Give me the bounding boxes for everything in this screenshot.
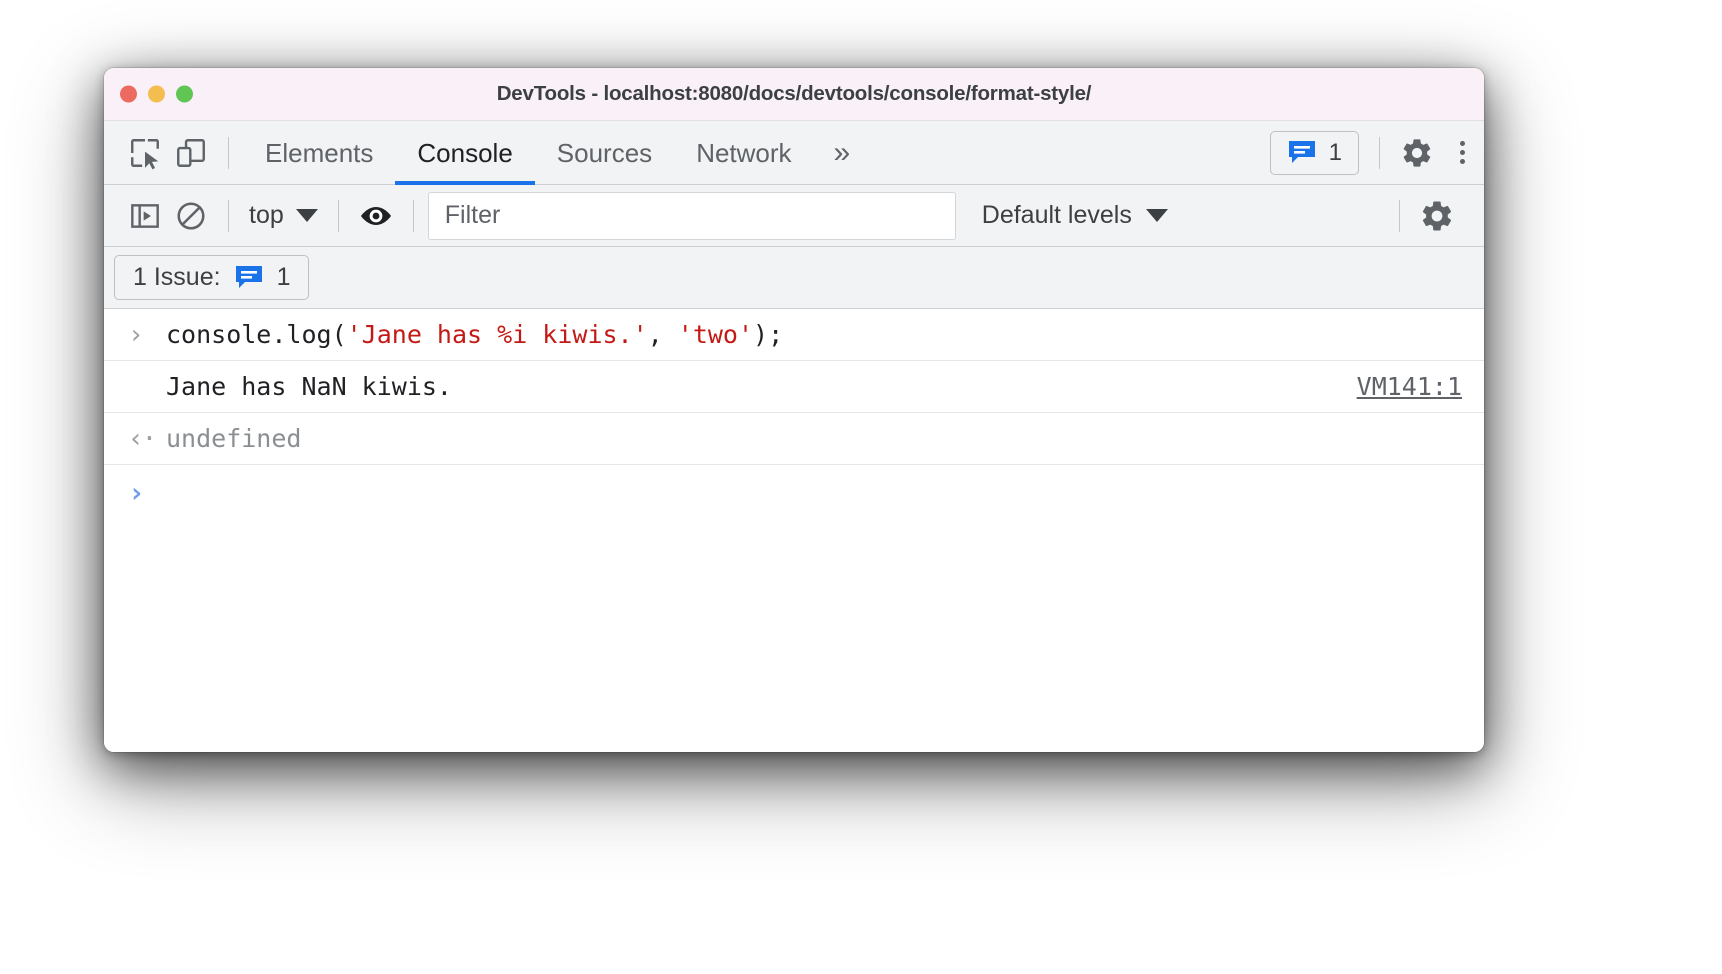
console-output-text: Jane has NaN kiwis.: [166, 372, 452, 401]
tabstrip-divider-1: [228, 136, 229, 169]
devtools-window: DevTools - localhost:8080/docs/devtools/…: [104, 68, 1484, 752]
chevron-down-icon: [295, 209, 318, 222]
tab-elements[interactable]: Elements: [243, 121, 395, 185]
tab-console[interactable]: Console: [395, 121, 536, 185]
screenshot-root: DevTools - localhost:8080/docs/devtools/…: [0, 0, 1722, 974]
clear-console-icon[interactable]: [168, 193, 214, 239]
input-chevron-icon: ›: [128, 319, 144, 350]
console-toolbar: top Default levels: [104, 185, 1484, 247]
console-output-area[interactable]: › console.log('Jane has %i kiwis.', 'two…: [104, 309, 1484, 752]
more-tabs-chevron-icon[interactable]: »: [814, 137, 871, 168]
tabstrip-divider-2: [1379, 136, 1380, 169]
gear-icon[interactable]: [1394, 130, 1440, 176]
console-toolbar-divider-4: [1399, 199, 1400, 232]
issue-chip-label: 1 Issue:: [133, 263, 221, 291]
console-settings-gear-icon[interactable]: [1414, 193, 1460, 239]
result-chevron-icon: ‹·: [128, 423, 157, 454]
console-toolbar-divider-1: [228, 199, 229, 232]
issue-chip-button[interactable]: 1 Issue: 1: [114, 255, 310, 300]
inspect-element-icon[interactable]: [122, 130, 168, 176]
console-result-row[interactable]: ‹· undefined: [104, 413, 1484, 465]
device-toolbar-icon[interactable]: [168, 130, 214, 176]
console-code-segment: );: [753, 320, 784, 349]
console-sidebar-icon[interactable]: [122, 193, 168, 239]
minimize-window-button[interactable]: [148, 85, 165, 103]
execution-context-value: top: [249, 201, 284, 229]
source-location-link[interactable]: VM141:1: [1357, 372, 1462, 401]
issue-chip-count: 1: [276, 263, 291, 291]
prompt-chevron-icon: ›: [128, 476, 145, 509]
console-output-row[interactable]: Jane has NaN kiwis. VM141:1: [104, 361, 1484, 413]
tab-network[interactable]: Network: [674, 121, 813, 185]
console-code-segment: console.log(: [166, 320, 347, 349]
console-toolbar-divider-3: [412, 199, 414, 232]
devtools-tabstrip: Elements Console Sources Network » 1: [104, 121, 1484, 185]
issues-badge-button[interactable]: 1: [1269, 130, 1359, 175]
console-input-row[interactable]: › console.log('Jane has %i kiwis.', 'two…: [104, 309, 1484, 361]
message-icon: [1287, 140, 1317, 166]
console-code-string: 'two': [677, 320, 754, 349]
console-result-text: undefined: [166, 424, 302, 453]
console-toolbar-divider-2: [337, 199, 339, 232]
message-icon: [234, 265, 264, 291]
log-levels-selector[interactable]: Default levels: [982, 201, 1168, 230]
console-code-string: 'Jane has %i kiwis.': [346, 320, 648, 349]
issues-badge-count: 1: [1328, 138, 1342, 166]
execution-context-selector[interactable]: top: [243, 201, 324, 230]
maximize-window-button[interactable]: [176, 85, 193, 103]
filter-input[interactable]: [427, 191, 956, 240]
chevron-down-icon: [1145, 209, 1168, 222]
window-titlebar: DevTools - localhost:8080/docs/devtools/…: [104, 68, 1484, 121]
kebab-menu-icon[interactable]: [1440, 131, 1484, 175]
window-title: DevTools - localhost:8080/docs/devtools/…: [496, 82, 1092, 105]
issues-bar: 1 Issue: 1: [104, 247, 1484, 309]
log-levels-value: Default levels: [981, 201, 1132, 229]
console-code-segment: ,: [647, 320, 678, 349]
close-window-button[interactable]: [120, 85, 137, 103]
tab-sources[interactable]: Sources: [535, 121, 674, 185]
live-expression-eye-icon[interactable]: [353, 193, 399, 239]
console-prompt-row[interactable]: ›: [104, 465, 1484, 521]
traffic-lights: [120, 85, 193, 103]
